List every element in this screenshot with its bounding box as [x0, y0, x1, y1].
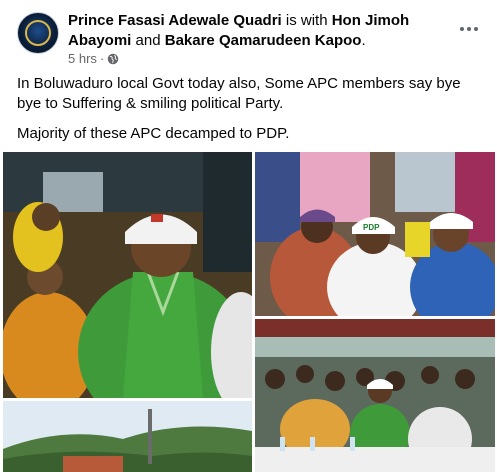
- post-photo-1[interactable]: [3, 152, 252, 398]
- photo-1-illustration: [3, 152, 252, 398]
- tagged-person-link-2[interactable]: Bakare Qamarudeen Kapoo: [165, 32, 362, 49]
- post-photo-4[interactable]: [3, 401, 252, 472]
- more-dot-icon: [460, 27, 464, 31]
- post-meta: 5 hrs ·: [68, 51, 119, 66]
- meta-separator: ·: [99, 51, 105, 66]
- post-body: In Boluwaduro local Govt today also, Som…: [17, 74, 487, 154]
- post-photo-3[interactable]: [255, 319, 495, 472]
- post-header: Prince Fasasi Adewale Quadri is with Hon…: [0, 0, 497, 70]
- profile-avatar[interactable]: [17, 12, 59, 54]
- post-paragraph: Majority of these APC decamped to PDP.: [17, 125, 290, 142]
- photo-3-illustration: [255, 319, 495, 472]
- globe-icon[interactable]: [107, 53, 119, 65]
- post-photo-2[interactable]: PDP: [255, 152, 495, 316]
- photo-4-illustration: [3, 401, 252, 472]
- author-name-link[interactable]: Prince Fasasi Adewale Quadri: [68, 12, 282, 29]
- and-text: and: [131, 32, 165, 49]
- more-dot-icon: [467, 27, 471, 31]
- cap-logo-text: PDP: [363, 223, 380, 232]
- more-options-button[interactable]: [456, 20, 482, 38]
- post-timestamp-link[interactable]: 5 hrs: [68, 51, 97, 66]
- end-punctuation: .: [361, 32, 366, 49]
- photo-2-illustration: PDP: [255, 152, 495, 316]
- more-dot-icon: [474, 27, 478, 31]
- avatar-emblem: [25, 20, 51, 46]
- with-text: is with: [281, 12, 332, 29]
- post-paragraph: In Boluwaduro local Govt today also, Som…: [17, 75, 461, 112]
- post-author-line: Prince Fasasi Adewale Quadri is with Hon…: [68, 11, 448, 51]
